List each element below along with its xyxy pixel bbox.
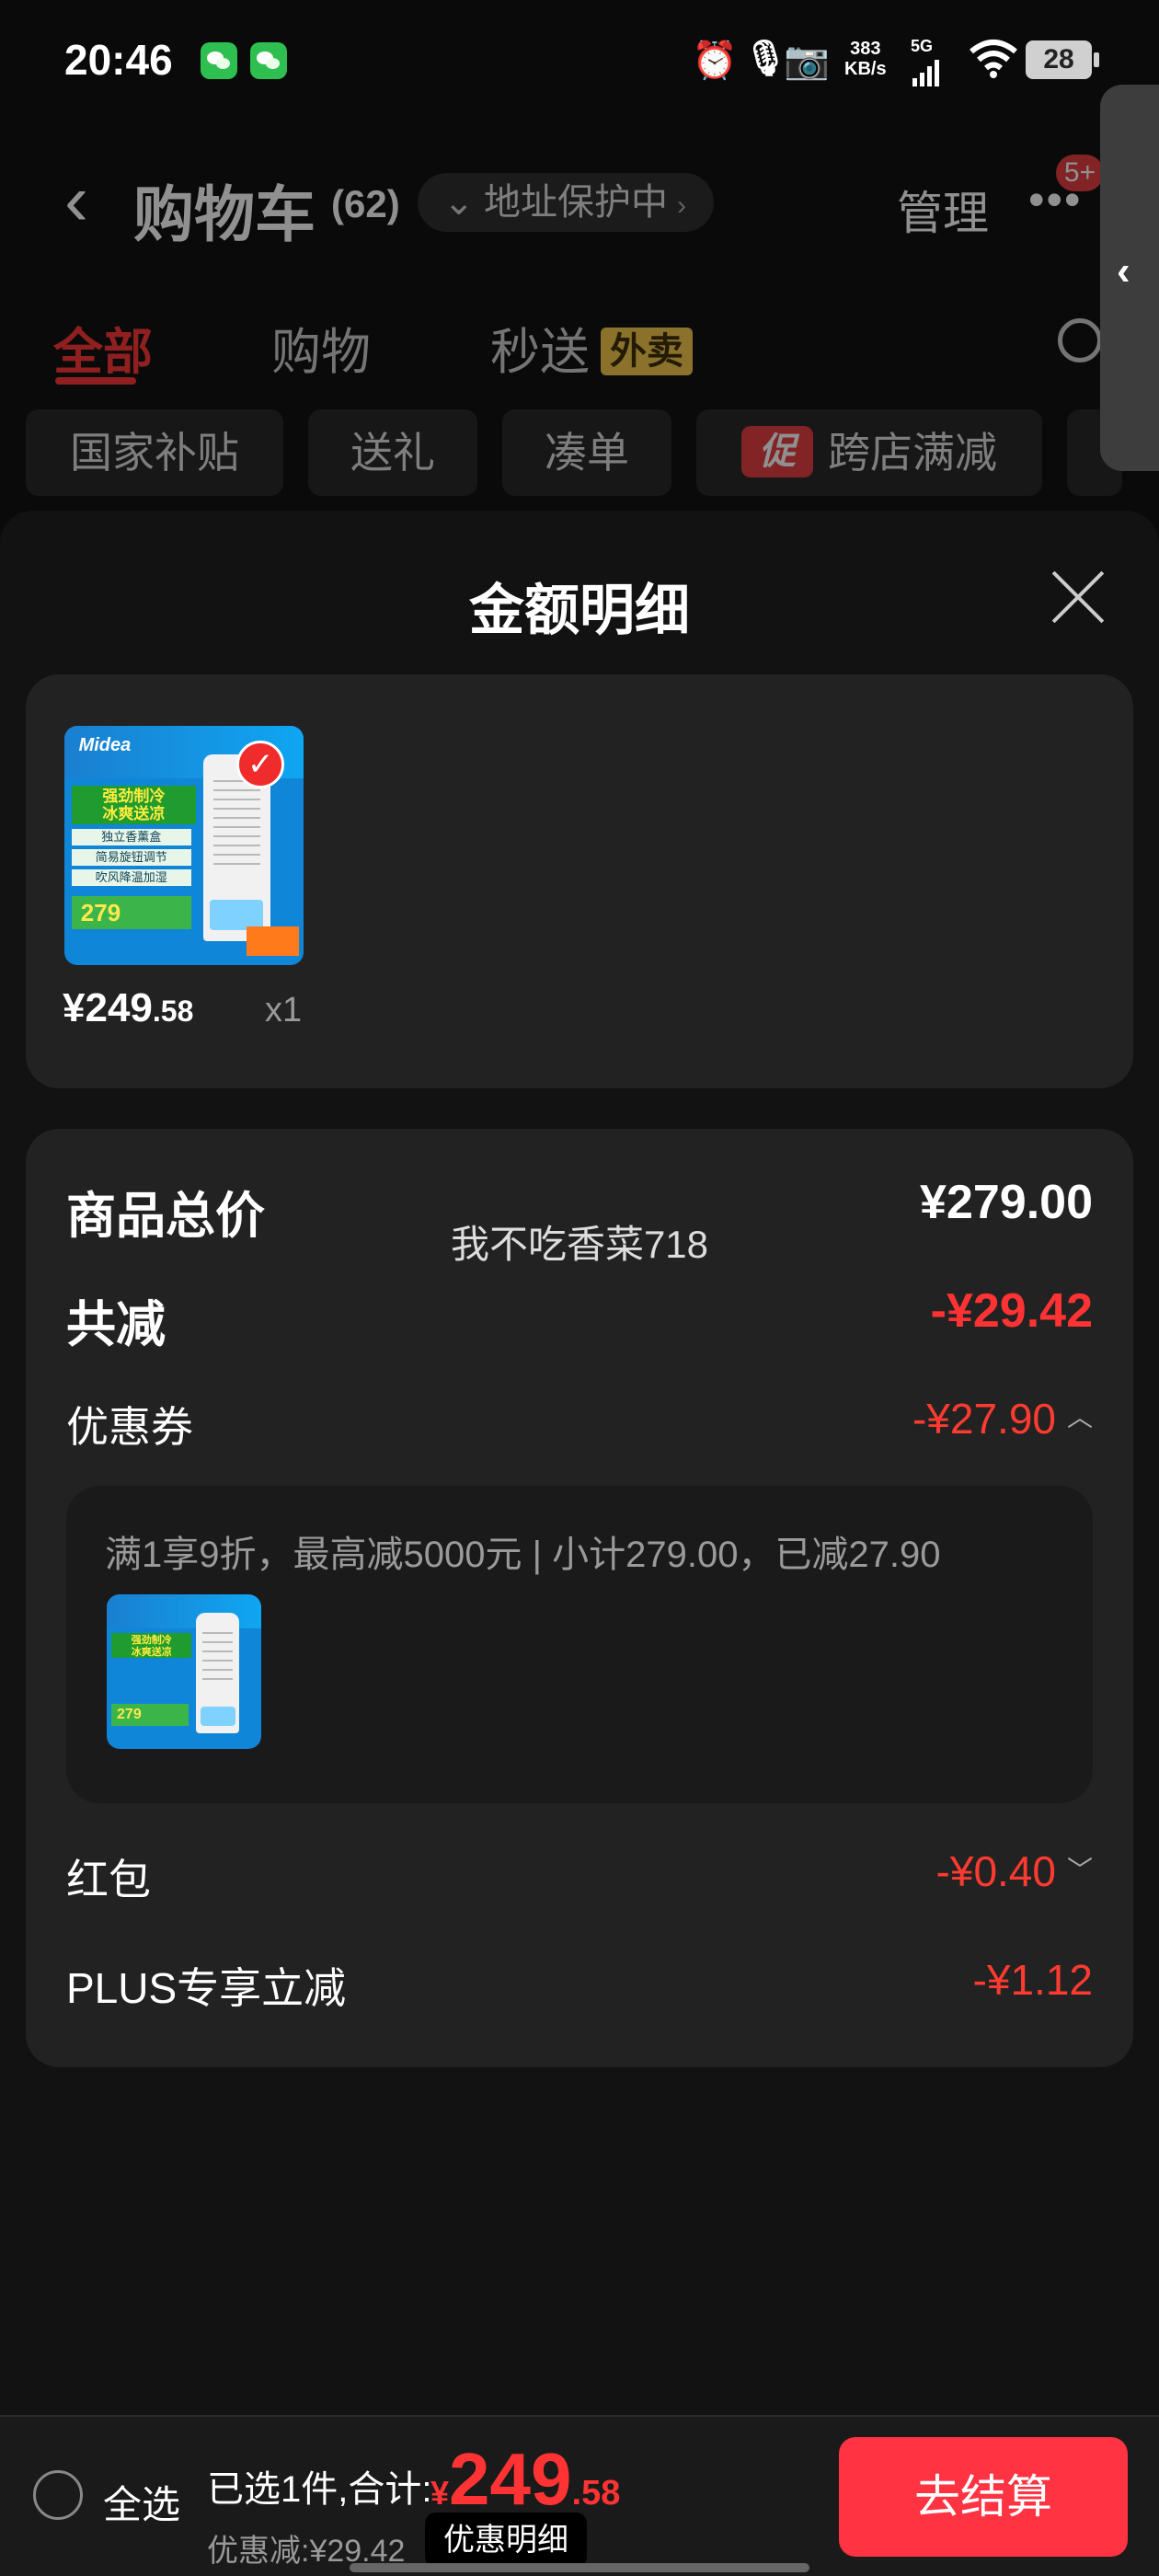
- address-protect-pill[interactable]: ⌄ 地址保护中 ›: [418, 173, 714, 232]
- promo-badge: 促: [741, 426, 813, 477]
- total-int: 249: [449, 2438, 572, 2520]
- chip-bundle[interactable]: 凑单: [502, 409, 671, 496]
- address-protect-label: 地址保护中: [484, 182, 668, 223]
- takeout-tag: 外卖: [601, 328, 693, 375]
- red-packet-row[interactable]: 红包 -¥0.40 ﹀: [66, 1846, 1093, 1911]
- product-image[interactable]: Midea 强劲制冷 冰爽送凉 独立香薰盒 简易旋钮调节 吹风降温加湿 279 …: [64, 726, 304, 965]
- product-card: Midea 强劲制冷 冰爽送凉 独立香薰盒 简易旋钮调节 吹风降温加湿 279 …: [26, 674, 1133, 1088]
- coupon-row[interactable]: 优惠券 -¥27.90 ︿: [66, 1394, 1093, 1458]
- total-amount: ¥249.58: [430, 2437, 620, 2522]
- chip-national-subsidy[interactable]: 国家补贴: [26, 409, 283, 496]
- back-icon[interactable]: ‹: [64, 164, 88, 236]
- coupon-description: 满1享9折，最高减5000元 | 小计279.00，已减27.90: [105, 1535, 941, 1575]
- network-type: 5G: [911, 37, 942, 87]
- wifi-icon: [970, 40, 1017, 78]
- status-bar: 20:46 ⏰ 🎙 📷 383 KB/s 5G 28: [0, 0, 1159, 120]
- coupon-product-image: 强劲制冷 冰爽送凉 279: [107, 1594, 261, 1749]
- product-qty: x1: [265, 991, 303, 1029]
- image-brand: Midea: [78, 735, 132, 756]
- cart-tabs: 全部 购物 秒送 外卖: [0, 294, 1159, 396]
- total-reduce-row: 共减 -¥29.42: [66, 1283, 1093, 1352]
- image-feature-rows: 独立香薰盒 简易旋钮调节 吹风降温加湿: [71, 828, 191, 890]
- chip-cross-store-label: 跨店满减: [828, 429, 997, 477]
- product-price: ¥249.58: [63, 985, 193, 1031]
- tab-underline: [55, 377, 136, 385]
- image-feature: 独立香薰盒: [71, 828, 191, 845]
- image-feature: 吹风降温加湿: [71, 868, 191, 886]
- net-speed-unit: KB/s: [844, 59, 887, 79]
- network-type-label: 5G: [911, 37, 934, 55]
- image-feature: 简易旋钮调节: [71, 848, 191, 866]
- select-all-label[interactable]: 全选: [103, 2474, 180, 2530]
- home-indicator[interactable]: [350, 2563, 809, 2572]
- bottom-bar: 全选 已选1件,合计: ¥249.58 优惠减:¥29.42 优惠明细 去结算: [0, 2415, 1159, 2576]
- net-speed-value: 383: [850, 39, 881, 59]
- chevron-left-icon: ‹: [1117, 248, 1130, 293]
- red-packet-value: -¥0.40: [935, 1847, 1056, 1895]
- microphone-icon: 🎙: [743, 40, 788, 78]
- coupon-value-wrap: -¥27.90 ︿: [912, 1394, 1093, 1443]
- side-drawer-tab[interactable]: ‹: [1100, 85, 1159, 471]
- image-orange-label: [246, 926, 299, 956]
- total-dec: .58: [571, 2474, 621, 2513]
- cart-header: ‹ 购物车 (62) ⌄ 地址保护中 › 管理 ••• 5+: [0, 138, 1159, 276]
- image-slogan-1: 强劲制冷: [131, 1635, 172, 1646]
- product-price-int: ¥249: [63, 985, 153, 1030]
- chip-cross-store[interactable]: 促跨店满减: [696, 409, 1042, 496]
- status-time: 20:46: [64, 36, 173, 84]
- image-slogan: 强劲制冷 冰爽送凉: [111, 1633, 192, 1658]
- amount-detail-sheet: 金额明细 Midea 强劲制冷 冰爽送凉 独立香薰盒 简易旋钮调节 吹风降温加湿…: [0, 511, 1159, 2415]
- shield-icon: ⌄: [443, 182, 475, 223]
- red-packet-label: 红包: [66, 1856, 151, 1903]
- chip-gift[interactable]: 送礼: [308, 409, 477, 496]
- chevron-right-icon: ›: [677, 190, 686, 221]
- plus-discount-label: PLUS专享立减: [66, 1964, 347, 2012]
- wechat-icon: [201, 42, 237, 79]
- coupon-label: 优惠券: [66, 1403, 193, 1451]
- sheet-title: 金额明细: [469, 580, 690, 641]
- coupon-value: -¥27.90: [912, 1395, 1056, 1443]
- total-reduce-label: 共减: [66, 1297, 166, 1352]
- discount-detail-button[interactable]: 优惠明细: [425, 2513, 587, 2568]
- manage-button[interactable]: 管理: [897, 177, 989, 243]
- chevron-up-icon[interactable]: ︿: [1067, 1397, 1093, 1434]
- plus-discount-row: PLUS专享立减 -¥1.12: [66, 1955, 1093, 2019]
- tab-express[interactable]: 秒送 外卖: [490, 311, 693, 384]
- image-slogan-1: 强劲制冷: [102, 788, 166, 805]
- alarm-icon: ⏰: [692, 40, 738, 81]
- total-reduce-value: -¥29.42: [930, 1284, 1093, 1338]
- checkmark-icon: ✓: [236, 740, 285, 788]
- page-title: 购物车: [133, 180, 316, 248]
- red-packet-value-wrap: -¥0.40 ﹀: [936, 1846, 1093, 1896]
- cart-count: (62): [331, 182, 400, 225]
- filter-chips: 国家补贴 送礼 凑单 促跨店满减: [0, 409, 1159, 497]
- price-detail-card: 商品总价 ¥279.00 我不吃香菜718 共减 -¥29.42 优惠券 -¥2…: [26, 1129, 1133, 2067]
- user-watermark: 我不吃香菜718: [450, 1223, 709, 1266]
- signal-icon: [912, 60, 939, 86]
- product-price-dec: .58: [152, 995, 194, 1028]
- tab-all[interactable]: 全部: [53, 311, 153, 384]
- air-cooler-illustration: [196, 1613, 240, 1734]
- close-icon[interactable]: [1049, 566, 1107, 625]
- search-icon[interactable]: [1058, 318, 1102, 362]
- tab-shopping[interactable]: 购物: [271, 311, 371, 384]
- image-slogan-2: 冰爽送凉: [131, 1647, 172, 1658]
- coupon-detail-box: 满1享9折，最高减5000元 | 小计279.00，已减27.90 强劲制冷 冰…: [66, 1486, 1093, 1803]
- tab-express-label: 秒送: [490, 325, 590, 380]
- battery-indicator: 28: [1026, 40, 1099, 79]
- chevron-down-icon[interactable]: ﹀: [1067, 1850, 1093, 1887]
- camera-icon: 📷: [784, 40, 830, 81]
- image-slogan-2: 冰爽送凉: [102, 805, 166, 822]
- image-price: 279: [111, 1704, 189, 1726]
- wechat-icon: [250, 42, 287, 79]
- net-speed: 383 KB/s: [844, 39, 887, 79]
- plus-discount-value: -¥1.12: [972, 1956, 1093, 2004]
- select-all-radio[interactable]: [33, 2470, 83, 2520]
- image-slogan: 强劲制冷 冰爽送凉: [71, 786, 196, 824]
- total-currency: ¥: [430, 2474, 450, 2512]
- image-price: 279: [71, 895, 191, 929]
- checkout-button[interactable]: 去结算: [839, 2437, 1128, 2557]
- selected-summary: 已选1件,合计:: [207, 2469, 432, 2510]
- notification-badge: 5+: [1056, 155, 1104, 191]
